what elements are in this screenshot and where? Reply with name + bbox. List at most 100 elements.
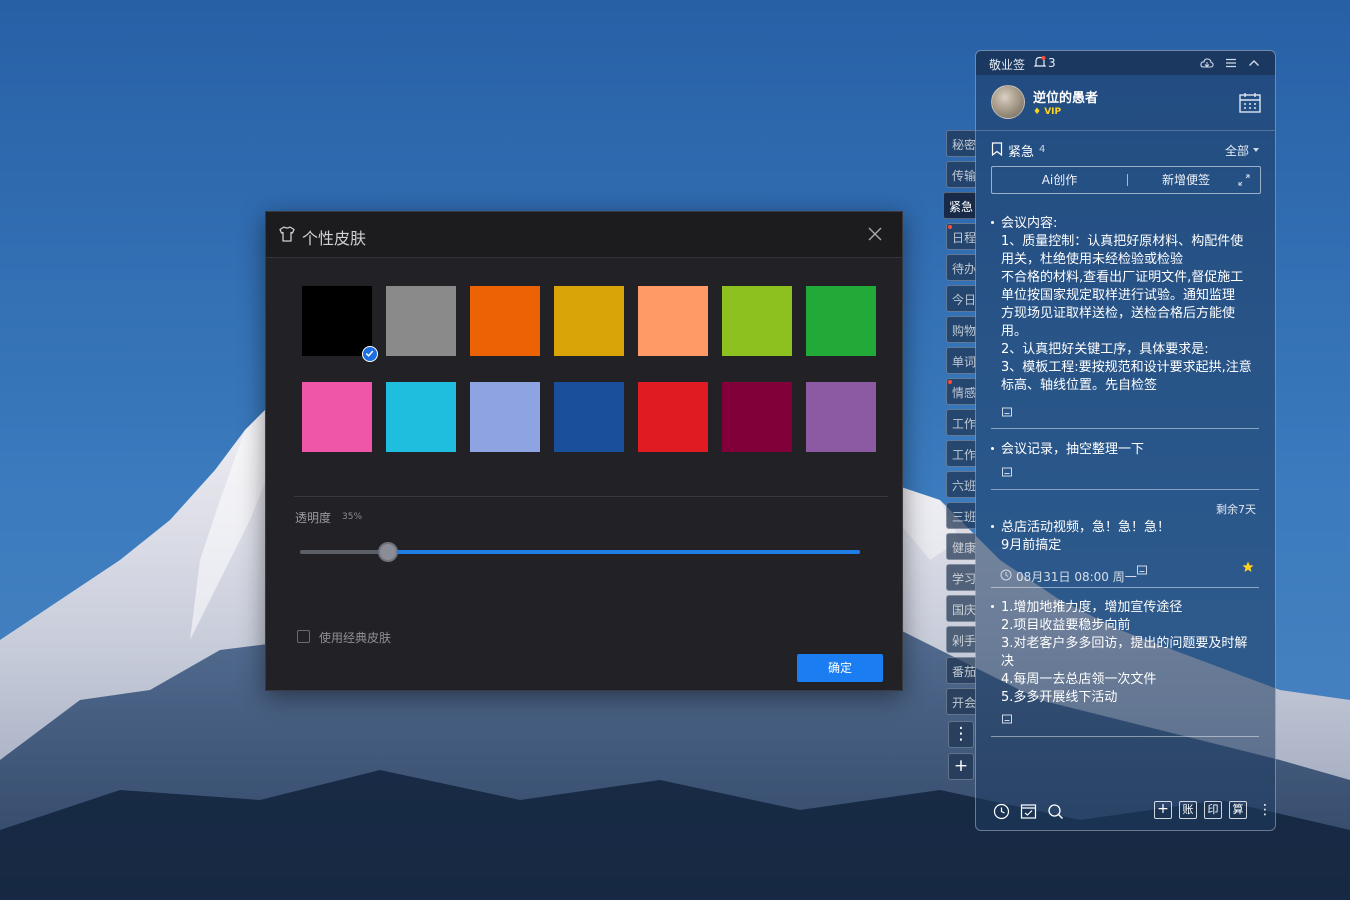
side-tab-label: 秘密 (952, 138, 976, 152)
color-swatch[interactable] (806, 382, 876, 452)
classic-skin-checkbox[interactable] (297, 630, 310, 643)
color-swatch[interactable] (554, 286, 624, 356)
lock-icon[interactable] (1001, 465, 1013, 477)
side-tab-label: 工作 (952, 448, 976, 462)
color-swatch[interactable] (722, 286, 792, 356)
dialog-header: 个性皮肤 (266, 212, 902, 258)
note-item[interactable]: 会议内容: 1、质量控制：认真把好原材料、构配件使 用关，杜绝使用未经检验或检验 不合… (991, 215, 1259, 435)
classic-skin-label[interactable]: 使用经典皮肤 (319, 629, 391, 646)
side-tab-label: 情感 (952, 386, 976, 400)
note-content: 1.增加地推力度，增加宣传途径 2.项目收益要稳步向前 3.对老客户多多回访，提出的… (1001, 599, 1259, 707)
side-tab[interactable]: 番茄 (946, 657, 976, 684)
side-tab[interactable]: 学习 (946, 564, 976, 591)
add-button[interactable]: + (1154, 801, 1172, 819)
note-line: 4.每周一去总店领一次文件 (1001, 672, 1157, 687)
color-swatch[interactable] (302, 286, 372, 356)
note-line: 1、质量控制：认真把好原材料、构配件使 (1001, 234, 1244, 249)
chevron-down-icon[interactable] (1253, 148, 1259, 152)
avatar[interactable] (991, 85, 1025, 119)
notes-titlebar: 敬业签 3 (976, 51, 1275, 75)
side-tab[interactable]: 工作 (946, 409, 976, 436)
color-swatch[interactable] (638, 382, 708, 452)
side-tab[interactable]: 单词 (946, 347, 976, 374)
star-icon[interactable] (1242, 561, 1254, 573)
lock-icon[interactable] (1001, 712, 1013, 724)
side-tab-label: 三班 (952, 510, 976, 524)
color-swatch[interactable] (386, 382, 456, 452)
clock-icon (1000, 569, 1012, 581)
action-bar: Ai创作 新增便签 (991, 166, 1261, 194)
opacity-slider-fill[interactable] (388, 550, 860, 554)
side-tab[interactable]: 六班 (946, 471, 976, 498)
side-tab-label: 健康 (952, 541, 976, 555)
app-name: 敬业签 (989, 58, 1026, 72)
side-tab[interactable]: 秘密 (946, 130, 976, 157)
color-swatch[interactable] (302, 382, 372, 452)
side-tab[interactable]: 日程 (946, 223, 976, 250)
search-icon[interactable] (1047, 803, 1064, 820)
cloud-sync-icon[interactable] (1200, 56, 1214, 70)
user-profile: 逆位的愚者 ♦ VIP (976, 75, 1275, 131)
calendar-icon[interactable] (1238, 91, 1262, 115)
todo-icon[interactable] (1020, 803, 1037, 820)
lock-icon[interactable] (1136, 563, 1148, 575)
expand-icon[interactable] (1238, 174, 1250, 186)
note-item[interactable]: 会议记录，抽空整理一下 (991, 441, 1259, 501)
confirm-button[interactable]: 确定 (797, 654, 883, 682)
side-tab[interactable]: 工作 (946, 440, 976, 467)
side-tab[interactable]: 传输 (946, 161, 976, 188)
menu-icon[interactable] (1224, 56, 1238, 70)
color-swatch[interactable] (806, 286, 876, 356)
bullet (991, 605, 994, 608)
more-tabs-icon[interactable]: ⋮ (948, 721, 974, 748)
collapse-icon[interactable] (1247, 56, 1261, 70)
side-tab[interactable]: 剁手 (946, 626, 976, 653)
color-swatch[interactable] (386, 286, 456, 356)
side-tab[interactable]: 三班 (946, 502, 976, 529)
side-tab-label: 国庆 (952, 603, 976, 617)
note-line: 不合格的材料,查看出厂证明文件,督促施工 (1001, 270, 1244, 285)
color-swatch[interactable] (470, 286, 540, 356)
lock-icon[interactable] (1001, 405, 1013, 417)
color-swatch[interactable] (722, 382, 792, 452)
category-name: 紧急 (1008, 145, 1035, 160)
add-tab-icon[interactable]: + (948, 753, 974, 780)
print-button[interactable]: 印 (1204, 801, 1222, 819)
side-tab[interactable]: 待办 (946, 254, 976, 281)
note-line: 3.对老客户多多回访，提出的问题要及时解 (1001, 636, 1248, 651)
note-line: 用关，杜绝使用未经检验或检验 (1001, 252, 1184, 267)
new-note-button[interactable]: 新增便签 (1128, 167, 1244, 193)
close-icon[interactable] (867, 226, 883, 242)
note-line: 决 (1001, 654, 1015, 669)
note-item[interactable]: 1.增加地推力度，增加宣传途径 2.项目收益要稳步向前 3.对老客户多多回访，提出的… (991, 599, 1259, 739)
calculator-button[interactable]: 算 (1229, 801, 1247, 819)
bookmark-icon (991, 142, 1003, 156)
side-tab-label: 传输 (952, 169, 976, 183)
side-tab[interactable]: 健康 (946, 533, 976, 560)
color-swatch[interactable] (554, 382, 624, 452)
skin-dialog: 个性皮肤 透明度 35% 使用经典皮肤 确定 (265, 211, 903, 691)
note-line: 用。 (1001, 324, 1028, 339)
note-line: 3、模板工程:要按规范和设计要求起拱,注意 (1001, 360, 1252, 375)
more-icon[interactable]: ⋮ (1258, 802, 1272, 818)
note-content: 会议内容: 1、质量控制：认真把好原材料、构配件使 用关，杜绝使用未经检验或检验 不合… (1001, 215, 1259, 395)
side-tab[interactable]: 国庆 (946, 595, 976, 622)
note-line: 2、认真把好关键工序，具体要求是: (1001, 342, 1209, 357)
side-tab[interactable]: 今日 (946, 285, 976, 312)
side-tab[interactable]: 情感 (946, 378, 976, 405)
color-swatch[interactable] (638, 286, 708, 356)
notes-panel: 敬业签 3 逆位的愚者 ♦ VIP 紧急 4 全部 Ai创作 新增便签 会议内容… (975, 50, 1276, 831)
opacity-slider-thumb[interactable] (378, 542, 398, 562)
note-line: 总店活动视频，急！急！急！ (1001, 520, 1171, 535)
color-swatch[interactable] (470, 382, 540, 452)
dialog-title: 个性皮肤 (302, 229, 367, 248)
account-button[interactable]: 账 (1179, 801, 1197, 819)
side-tab[interactable]: 紧急 (943, 192, 976, 219)
clock-icon[interactable] (993, 803, 1010, 820)
side-tab[interactable]: 开会 (946, 688, 976, 715)
ai-create-button[interactable]: Ai创作 (992, 167, 1127, 193)
side-tab[interactable]: 购物 (946, 316, 976, 343)
filter-dropdown[interactable]: 全部 (1225, 142, 1249, 159)
divider (991, 428, 1259, 429)
bell-icon[interactable] (1033, 55, 1047, 69)
